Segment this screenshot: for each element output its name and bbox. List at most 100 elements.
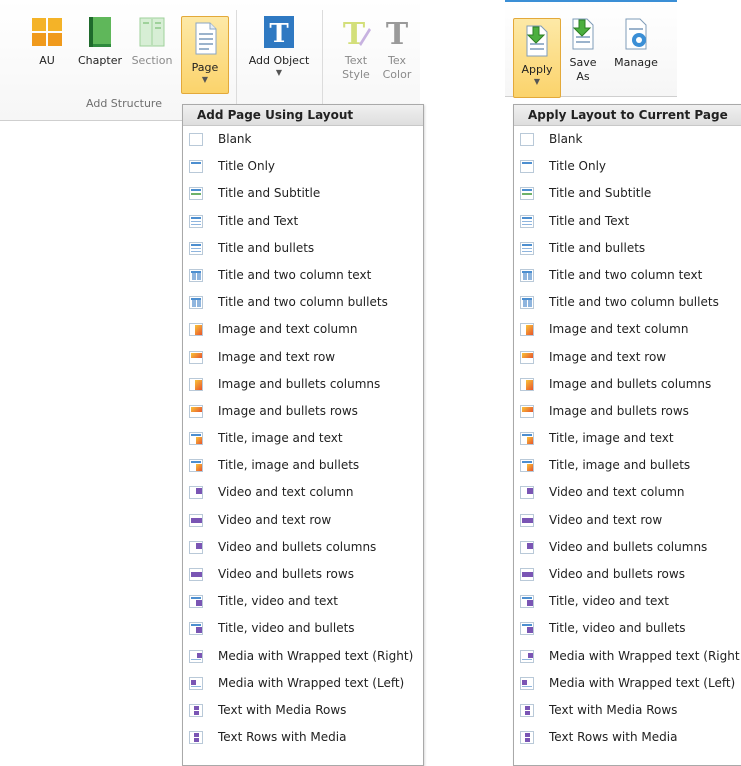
layout-option-title-subtitle[interactable]: Title and Subtitle: [514, 180, 741, 207]
layout-option-two-column-text[interactable]: Title and two column text: [183, 262, 423, 289]
text-rows-media-layout-icon: [189, 731, 203, 745]
blank-layout-icon: [189, 133, 203, 146]
layout-option-label: Image and text row: [218, 349, 336, 364]
manage-button[interactable]: Manage: [609, 16, 663, 70]
layout-option-title-bullets[interactable]: Title and bullets: [514, 235, 741, 262]
apply-layout-menu: Apply Layout to Current Page Blank Title …: [513, 104, 741, 766]
title-video-text-layout-icon: [189, 595, 203, 609]
layout-option-video-text-row[interactable]: Video and text row: [514, 507, 741, 534]
ribbon-separator: [236, 10, 237, 110]
layout-option-video-bullets-columns[interactable]: Video and bullets columns: [183, 534, 423, 561]
dropdown-arrow-icon: ▼: [275, 68, 283, 77]
title-subtitle-layout-icon: [189, 187, 203, 201]
layout-option-blank[interactable]: Blank: [514, 126, 741, 153]
title-video-bullets-layout-icon: [520, 622, 534, 636]
title-bullets-layout-icon: [189, 241, 203, 255]
video-bullets-columns-layout-icon: [520, 540, 534, 554]
layout-option-title-video-text[interactable]: Title, video and text: [183, 588, 423, 615]
layout-option-title-image-text[interactable]: Title, image and text: [514, 425, 741, 452]
layout-option-image-text-row[interactable]: Image and text row: [514, 344, 741, 371]
layout-option-label: Title, image and bullets: [549, 458, 691, 473]
layout-option-video-text-column[interactable]: Video and text column: [514, 479, 741, 506]
layout-option-title-image-bullets[interactable]: Title, image and bullets: [183, 452, 423, 479]
layout-option-title-only[interactable]: Title Only: [514, 153, 741, 180]
layout-option-title-only[interactable]: Title Only: [183, 153, 423, 180]
layout-option-label: Text Rows with Media: [549, 730, 678, 745]
text-color-button[interactable]: T Tex Color: [380, 14, 414, 82]
layout-option-video-text-row[interactable]: Video and text row: [183, 507, 423, 534]
layout-option-media-wrapped-right[interactable]: Media with Wrapped text (Right: [514, 643, 741, 670]
layout-option-video-bullets-columns[interactable]: Video and bullets columns: [514, 534, 741, 561]
page-button[interactable]: Page ▼: [181, 16, 229, 94]
layout-option-two-column-bullets[interactable]: Title and two column bullets: [183, 289, 423, 316]
layout-option-label: Text Rows with Media: [218, 730, 347, 745]
layout-option-title-text[interactable]: Title and Text: [183, 208, 423, 235]
section-button[interactable]: Section: [128, 14, 176, 68]
layout-option-video-bullets-rows[interactable]: Video and bullets rows: [183, 561, 423, 588]
page-document-icon: [188, 21, 222, 57]
layout-option-label: Title and bullets: [549, 240, 646, 255]
svg-text:T: T: [343, 17, 366, 50]
group-label-add-structure: Add Structure: [86, 97, 162, 110]
text-media-rows-layout-icon: [520, 703, 534, 717]
layout-option-title-image-bullets[interactable]: Title, image and bullets: [514, 452, 741, 479]
layout-option-image-text-column[interactable]: Image and text column: [183, 316, 423, 343]
chapter-book-icon: [83, 14, 117, 50]
layout-option-label: Video and bullets columns: [549, 539, 708, 554]
add-page-layout-menu: Add Page Using Layout Blank Title Only Tit…: [182, 104, 424, 766]
layout-option-label: Video and text column: [218, 485, 354, 500]
menu-title: Apply Layout to Current Page: [514, 105, 741, 126]
layout-option-title-bullets[interactable]: Title and bullets: [183, 235, 423, 262]
layout-option-label: Title, image and text: [549, 431, 674, 446]
layout-option-title-video-bullets[interactable]: Title, video and bullets: [183, 615, 423, 642]
title-only-layout-icon: [189, 160, 203, 174]
layout-option-two-column-bullets[interactable]: Title and two column bullets: [514, 289, 741, 316]
manage-layout-icon: [619, 16, 653, 52]
layout-option-title-text[interactable]: Title and Text: [514, 208, 741, 235]
video-text-column-layout-icon: [520, 486, 534, 500]
text-style-button[interactable]: T Text Style: [336, 14, 376, 82]
au-button[interactable]: AU: [28, 14, 66, 68]
layout-option-title-image-text[interactable]: Title, image and text: [183, 425, 423, 452]
layout-option-title-video-text[interactable]: Title, video and text: [514, 588, 741, 615]
layout-option-text-media-rows[interactable]: Text with Media Rows: [514, 697, 741, 724]
layout-option-image-bullets-rows[interactable]: Image and bullets rows: [183, 398, 423, 425]
layout-option-text-rows-media[interactable]: Text Rows with Media: [514, 724, 741, 751]
video-text-column-layout-icon: [189, 486, 203, 500]
layout-option-label: Media with Wrapped text (Right): [218, 648, 414, 663]
layout-option-title-subtitle[interactable]: Title and Subtitle: [183, 180, 423, 207]
layout-option-label: Title and Subtitle: [218, 186, 321, 201]
layout-option-video-bullets-rows[interactable]: Video and bullets rows: [514, 561, 741, 588]
layout-option-image-text-row[interactable]: Image and text row: [183, 344, 423, 371]
text-style-label-line1: Text: [344, 54, 368, 67]
image-bullets-columns-layout-icon: [520, 377, 534, 391]
layout-option-media-wrapped-left[interactable]: Media with Wrapped text (Left): [514, 670, 741, 697]
layout-option-video-text-column[interactable]: Video and text column: [183, 479, 423, 506]
layout-list: Blank Title Only Title and Subtitle Title a…: [514, 126, 741, 751]
layout-option-label: Image and bullets columns: [549, 376, 712, 391]
layout-option-media-wrapped-left[interactable]: Media with Wrapped text (Left): [183, 670, 423, 697]
svg-text:T: T: [386, 17, 409, 50]
layout-option-label: Blank: [218, 132, 252, 146]
layout-option-media-wrapped-right[interactable]: Media with Wrapped text (Right): [183, 643, 423, 670]
video-bullets-rows-layout-icon: [189, 568, 203, 581]
layout-option-label: Title, image and text: [218, 431, 343, 446]
video-bullets-columns-layout-icon: [189, 540, 203, 554]
layout-option-text-media-rows[interactable]: Text with Media Rows: [183, 697, 423, 724]
apply-button[interactable]: Apply ▼: [513, 18, 561, 98]
chapter-button[interactable]: Chapter: [76, 14, 124, 68]
layout-option-two-column-text[interactable]: Title and two column text: [514, 262, 741, 289]
save-as-button[interactable]: Save As: [563, 16, 603, 84]
layout-option-blank[interactable]: Blank: [183, 126, 423, 153]
layout-option-title-video-bullets[interactable]: Title, video and bullets: [514, 615, 741, 642]
layout-option-label: Title and Subtitle: [549, 186, 652, 201]
image-text-column-layout-icon: [520, 323, 534, 337]
layout-option-image-bullets-rows[interactable]: Image and bullets rows: [514, 398, 741, 425]
layout-option-image-text-column[interactable]: Image and text column: [514, 316, 741, 343]
add-object-button[interactable]: T Add Object ▼: [244, 14, 314, 78]
layout-option-image-bullets-columns[interactable]: Image and bullets columns: [514, 371, 741, 398]
layout-option-text-rows-media[interactable]: Text Rows with Media: [183, 724, 423, 751]
layout-option-label: Video and text row: [549, 512, 663, 527]
layout-option-image-bullets-columns[interactable]: Image and bullets columns: [183, 371, 423, 398]
title-image-text-layout-icon: [520, 432, 534, 446]
